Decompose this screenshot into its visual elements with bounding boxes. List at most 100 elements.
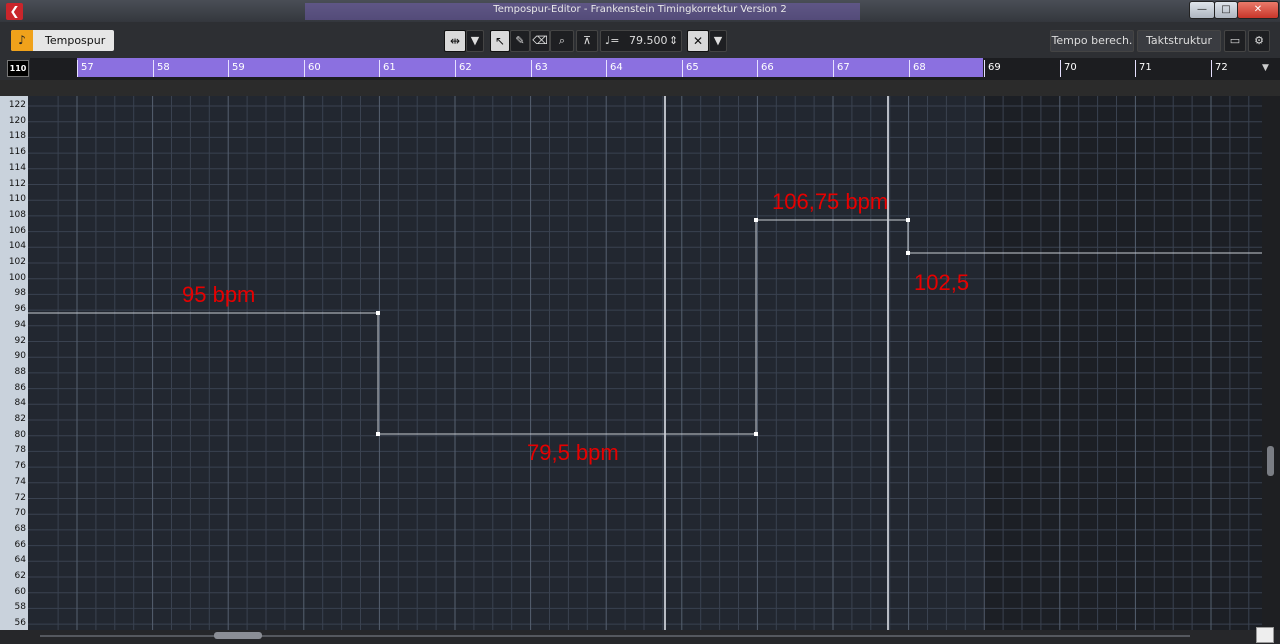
tempo-axis-label: 84: [14, 398, 26, 409]
tempo-axis-label: 56: [14, 618, 26, 629]
stepper-icon[interactable]: ⇕: [669, 31, 678, 51]
tempo-point[interactable]: [754, 432, 758, 436]
bar-tick: [1211, 60, 1212, 77]
track-tab[interactable]: ♪ Tempospur: [11, 30, 114, 51]
bar-tick: [379, 60, 380, 77]
bar-tick: [606, 60, 607, 77]
bar-tick: [228, 60, 229, 77]
minimize-button[interactable]: —: [1189, 1, 1215, 19]
tempo-axis-label: 80: [14, 429, 26, 440]
tempo-grid[interactable]: [28, 96, 1262, 634]
eraser-tool-icon[interactable]: ⌫: [530, 30, 550, 52]
tempo-axis-label: 86: [14, 382, 26, 393]
tempo-axis-label: 108: [8, 209, 26, 220]
horizontal-scroll-thumb[interactable]: [214, 632, 262, 639]
tempo-point[interactable]: [906, 218, 910, 222]
vertical-scroll-thumb[interactable]: [1267, 446, 1274, 476]
maximize-button[interactable]: □: [1214, 1, 1238, 19]
quantize-icon[interactable]: ✕: [687, 30, 709, 52]
tempo-value-field[interactable]: ♩= 79.500 ⇕: [600, 30, 682, 52]
bar-label: 70: [1064, 62, 1077, 73]
tempo-axis-label: 74: [14, 476, 26, 487]
insert-curve-icon[interactable]: ⊼: [576, 30, 598, 52]
zoom-slider-handle[interactable]: [1256, 627, 1274, 643]
tempo-axis-label: 70: [14, 508, 26, 519]
tempo-point[interactable]: [376, 432, 380, 436]
tempo-axis-label: 106: [8, 225, 26, 236]
snap-mode-dropdown-icon[interactable]: ▼: [466, 30, 484, 52]
bar-tick: [909, 60, 910, 77]
tempo-axis-label: 76: [14, 461, 26, 472]
tempo-axis-label: 112: [8, 178, 26, 189]
annotation-106-75bpm: 106,75 bpm: [772, 189, 889, 214]
window-layout-icon[interactable]: ▭: [1224, 30, 1246, 52]
bar-tick: [304, 60, 305, 77]
tempo-axis-label: 90: [14, 351, 26, 362]
bar-tick: [455, 60, 456, 77]
outside-cycle-background: [983, 96, 1262, 634]
window-title: Tempospur-Editor - Frankenstein Timingko…: [493, 4, 787, 15]
quantize-dropdown-icon[interactable]: ▼: [709, 30, 727, 52]
bar-label: 69: [988, 62, 1001, 73]
tempo-axis-label: 98: [14, 288, 26, 299]
tempo-axis-label: 64: [14, 555, 26, 566]
tempo-axis-label: 94: [14, 319, 26, 330]
tempo-axis-label: 68: [14, 523, 26, 534]
vertical-scrollbar[interactable]: [1262, 96, 1280, 634]
tempo-axis-label: 92: [14, 335, 26, 346]
tempo-axis-label: 122: [8, 100, 26, 110]
signature-button[interactable]: Taktstruktur ve.: [1137, 30, 1221, 67]
bar-tick: [153, 60, 154, 77]
bar-label: 57: [81, 62, 94, 73]
tempo-curve-canvas[interactable]: [28, 96, 1262, 634]
tempo-calc-button[interactable]: Tempo berech.: [1050, 30, 1134, 52]
arrow-tool-icon[interactable]: ↖: [490, 30, 510, 52]
track-label: Tempospur: [45, 34, 106, 47]
ruler-menu-icon[interactable]: ▼: [1262, 63, 1272, 73]
bar-label: 62: [459, 62, 472, 73]
music-note-icon: ♪: [11, 30, 33, 51]
tempo-axis-label: 78: [14, 445, 26, 456]
pencil-tool-icon[interactable]: ✎: [510, 30, 530, 52]
bar-tick: [833, 60, 834, 77]
tempo-axis-label: 58: [14, 602, 26, 613]
tempo-point[interactable]: [906, 251, 910, 255]
tempo-axis-label: 62: [14, 571, 26, 581]
tempo-point[interactable]: [754, 218, 758, 222]
tempo-axis-label: 66: [14, 539, 26, 550]
bar-label: 65: [686, 62, 699, 73]
tempo-axis-label: 102: [8, 257, 26, 267]
horizontal-scrollbar[interactable]: [0, 627, 1280, 644]
bar-label: 59: [232, 62, 245, 73]
bar-tick: [984, 60, 985, 77]
bar-tick: [682, 60, 683, 77]
snap-mode-icon[interactable]: ⇹: [444, 30, 466, 52]
close-button[interactable]: ✕: [1237, 1, 1279, 19]
toolbar: ♪ Tempospur ⇹ ▼ ↖ ✎ ⌫ ⌕ ⊼ ♩= 79.500 ⇕ ✕ …: [0, 22, 1280, 67]
horizontal-scroll-track: [40, 635, 1190, 637]
bar-label: 64: [610, 62, 623, 73]
zoom-tool-icon[interactable]: ⌕: [550, 30, 574, 52]
annotation-95bpm: 95 bpm: [182, 282, 256, 307]
bar-label: 63: [535, 62, 548, 73]
bar-tick: [757, 60, 758, 77]
bar-label: 68: [913, 62, 926, 73]
zoom-level[interactable]: 110: [7, 60, 29, 77]
note-icon: ♩=: [605, 34, 620, 47]
tempo-axis-label: 114: [8, 162, 26, 173]
tempo-axis-label: 116: [8, 147, 26, 158]
bar-tick: [77, 60, 78, 77]
bar-label: 66: [761, 62, 774, 73]
annotation-102-5: 102,5: [914, 270, 970, 295]
bar-label: 58: [157, 62, 170, 73]
tempo-value: 79.500: [629, 34, 668, 47]
gear-icon[interactable]: ⚙: [1248, 30, 1270, 52]
bar-label: 71: [1139, 62, 1152, 73]
tempo-axis-label: 88: [14, 366, 26, 377]
tempo-axis-label: 110: [8, 194, 26, 205]
tempo-axis-label: 120: [8, 115, 26, 126]
tempo-axis: 122 120 118 116 114 112 110 108 106 104 102 100 98 96…: [0, 96, 28, 634]
bar-tick: [1060, 60, 1061, 77]
tempo-point[interactable]: [376, 311, 380, 315]
tempo-axis-label: 72: [14, 492, 26, 503]
